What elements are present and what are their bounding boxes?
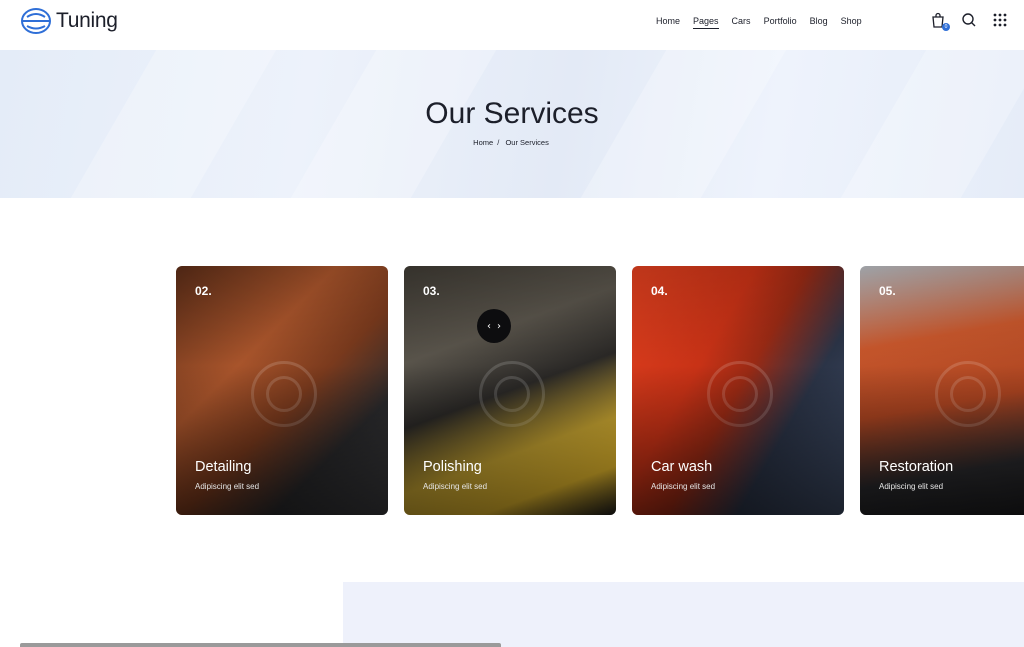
service-title: Restoration xyxy=(879,459,954,475)
breadcrumb: Home / Our Services xyxy=(0,138,1024,147)
service-title: Polishing xyxy=(423,459,482,475)
service-number: 04. xyxy=(651,284,668,298)
search-icon[interactable] xyxy=(961,12,977,28)
card-overlay xyxy=(632,266,844,515)
nav-portfolio[interactable]: Portfolio xyxy=(764,15,797,29)
chevron-right-icon[interactable]: › xyxy=(497,321,501,332)
service-subtitle: Adipiscing elit sed xyxy=(423,482,488,491)
cart-count-badge: 0 xyxy=(942,23,950,31)
site-header: Tuning Home Pages Cars Portfolio Blog Sh… xyxy=(0,0,1024,50)
car-logo-icon xyxy=(21,8,51,34)
main-nav: Home Pages Cars Portfolio Blog Shop xyxy=(656,15,875,29)
header-actions: 0 xyxy=(930,12,1008,31)
breadcrumb-home[interactable]: Home xyxy=(473,138,493,147)
service-number: 05. xyxy=(879,284,896,298)
service-number: 02. xyxy=(195,284,212,298)
card-overlay xyxy=(176,266,388,515)
service-title: Car wash xyxy=(651,459,713,475)
next-section-background xyxy=(343,582,1024,647)
chevron-left-icon[interactable]: ‹ xyxy=(487,321,491,332)
service-card[interactable]: 04. Car wash Adipiscing elit sed xyxy=(632,266,844,515)
card-overlay xyxy=(404,266,616,515)
service-card[interactable]: 02. Detailing Adipiscing elit sed xyxy=(176,266,388,515)
nav-cars[interactable]: Cars xyxy=(732,15,751,29)
breadcrumb-current: Our Services xyxy=(505,138,549,147)
breadcrumb-separator: / xyxy=(497,138,500,147)
grid-menu-icon[interactable] xyxy=(992,12,1008,28)
slider-drag-control[interactable]: ‹ › xyxy=(477,309,511,343)
service-title: Detailing xyxy=(195,459,252,475)
cart-icon[interactable]: 0 xyxy=(930,12,950,31)
logo-text: Tuning xyxy=(56,9,118,32)
service-number: 03. xyxy=(423,284,440,298)
nav-blog[interactable]: Blog xyxy=(810,15,828,29)
service-card[interactable]: 03. Polishing Adipiscing elit sed xyxy=(404,266,616,515)
service-subtitle: Adipiscing elit sed xyxy=(195,482,260,491)
nav-shop[interactable]: Shop xyxy=(841,15,862,29)
logo[interactable]: Tuning xyxy=(20,7,118,35)
nav-pages[interactable]: Pages xyxy=(693,15,719,29)
card-overlay xyxy=(860,266,1024,515)
next-section-image xyxy=(20,643,501,647)
page-title: Our Services xyxy=(425,97,599,130)
service-subtitle: Adipiscing elit sed xyxy=(879,482,944,491)
page-hero: Our Services Home / Our Services xyxy=(0,50,1024,198)
nav-home[interactable]: Home xyxy=(656,15,680,29)
service-subtitle: Adipiscing elit sed xyxy=(651,482,716,491)
service-card[interactable]: 05. Restoration Adipiscing elit sed xyxy=(860,266,1024,515)
